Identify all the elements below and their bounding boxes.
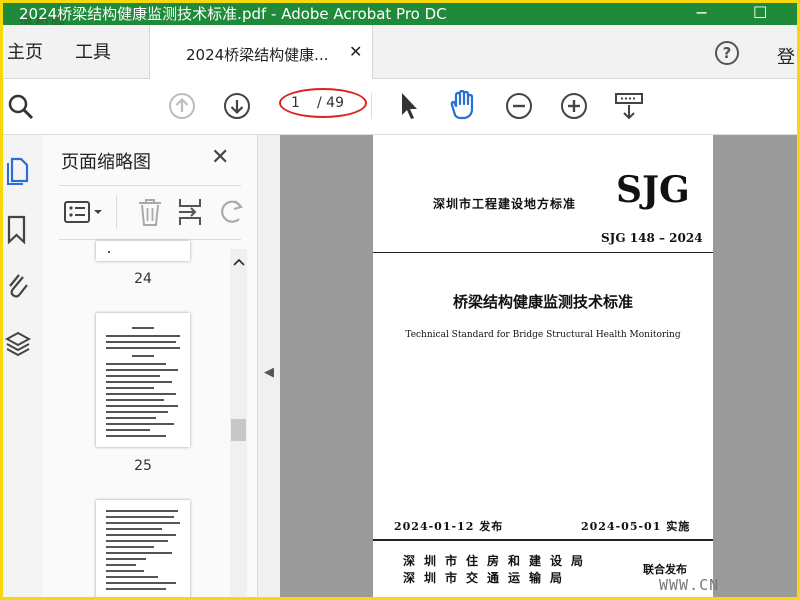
close-panel-button[interactable]: ✕	[211, 145, 229, 170]
thumbnail-text-line	[106, 429, 150, 431]
highlight-ellipse-annotation	[279, 88, 367, 118]
standard-number: SJG 148 – 2024	[601, 231, 703, 245]
thumbnail-text-line	[106, 347, 180, 349]
attachment-icon[interactable]	[6, 269, 30, 303]
thumbnail-text-line	[106, 570, 144, 572]
thumbnail-text-line	[106, 341, 176, 343]
thumbnail-text-line	[106, 534, 176, 536]
thumbnail-text-line	[106, 411, 168, 413]
thumbnail-text-line	[132, 355, 154, 357]
footer-rule	[373, 539, 713, 541]
tab-document[interactable]: 2024桥梁结构健康... ✕	[149, 25, 373, 79]
panel-toolbar-divider	[116, 195, 117, 229]
thumbnail-text-line	[106, 516, 174, 518]
window-title: 2024桥梁结构健康监测技术标准.pdf - Adobe Acrobat Pro…	[19, 5, 447, 23]
search-icon[interactable]	[7, 93, 35, 125]
page-thumbnails-panel: 页面缩略图 ✕ 24 25	[43, 135, 258, 597]
page-thumbnail[interactable]	[96, 313, 190, 447]
thumbnail-text-line	[106, 375, 160, 377]
thumbnail-text-line	[106, 552, 172, 554]
toolbar-divider	[371, 93, 372, 119]
hand-icon[interactable]	[447, 89, 481, 125]
thumbnail-text-line	[106, 546, 154, 548]
thumbnail-text-line	[106, 522, 180, 524]
page-thumbnail[interactable]	[96, 241, 190, 261]
header-rule	[373, 252, 713, 253]
layers-icon[interactable]	[4, 329, 32, 363]
panel-divider	[59, 239, 241, 240]
tab-tools[interactable]: 工具	[75, 38, 111, 64]
options-icon[interactable]	[63, 199, 107, 229]
thumbnail-text-line	[106, 393, 176, 395]
thumbnail-text-line	[106, 387, 154, 389]
acrobat-window: 道桥网 2024桥梁结构健康监测技术标准.pdf - Adobe Acrobat…	[0, 0, 800, 600]
tab-bar: 主页 工具	[3, 25, 797, 79]
thumbnail-page-label: 24	[134, 271, 152, 287]
scroll-up-arrow-icon[interactable]	[233, 252, 245, 271]
fit-page-icon[interactable]	[613, 91, 645, 125]
thumbnail-text-line	[106, 399, 164, 401]
thumbnail-text-line	[106, 335, 180, 337]
pointer-icon[interactable]	[397, 91, 421, 125]
pdf-page: 深圳市工程建设地方标准 SJG SJG 148 – 2024 桥梁结构健康监测技…	[373, 135, 713, 597]
series-code: SJG	[616, 169, 690, 211]
main-toolbar: 1 / 49	[3, 79, 797, 135]
sign-in-button[interactable]: 登	[777, 43, 795, 69]
title-bar: 道桥网 2024桥梁结构健康监测技术标准.pdf - Adobe Acrobat…	[3, 3, 797, 31]
document-tab-label: 2024桥梁结构健康...	[186, 46, 329, 64]
thumbnail-page-label: 25	[134, 458, 152, 474]
arrow-down-icon[interactable]	[223, 92, 251, 124]
panel-divider	[59, 185, 241, 186]
document-title-en: Technical Standard for Bridge Structural…	[405, 330, 681, 340]
thumbnail-text-line	[106, 576, 158, 578]
issuer-2: 深圳市交通运输局	[403, 571, 572, 585]
insert-page-icon[interactable]	[177, 197, 205, 231]
standard-type: 深圳市工程建设地方标准	[433, 197, 577, 211]
thumbnail-text-line	[106, 363, 166, 365]
maximize-button[interactable]: ☐	[753, 3, 767, 23]
minimize-button[interactable]: −	[695, 3, 708, 23]
panel-title: 页面缩略图	[61, 152, 151, 173]
page-thumbnail[interactable]	[96, 500, 190, 597]
navigation-rail	[3, 135, 43, 597]
thumbnail-text-line	[132, 327, 154, 329]
zoom-in-icon[interactable]	[560, 92, 588, 124]
thumbnail-text-line	[106, 582, 176, 584]
thumbnail-text-line	[106, 435, 166, 437]
thumbnail-text-line	[106, 588, 166, 590]
issuer-1: 深圳市住房和建设局	[403, 554, 593, 568]
panel-collapse-strip[interactable]: ◀	[258, 135, 280, 597]
thumbnail-text-line	[106, 510, 178, 512]
thumbnail-text-line	[106, 369, 178, 371]
thumbnail-text-line	[106, 564, 136, 566]
arrow-up-icon[interactable]	[168, 92, 196, 124]
thumbnail-text-line	[106, 540, 168, 542]
zoom-out-icon[interactable]	[505, 92, 533, 124]
pages-icon[interactable]	[6, 155, 30, 189]
scrollbar-thumb[interactable]	[231, 419, 246, 441]
thumbnail-text-line	[106, 528, 162, 530]
thumbnail-text-line	[106, 405, 178, 407]
close-tab-button[interactable]: ✕	[349, 42, 362, 61]
thumbnail-text-line	[106, 417, 156, 419]
trash-icon[interactable]	[137, 197, 163, 231]
site-watermark: WWW.CN	[659, 576, 720, 594]
document-title-zh: 桥梁结构健康监测技术标准	[452, 293, 633, 311]
bookmark-icon[interactable]	[6, 215, 28, 249]
joint-issue-label: 联合发布	[643, 563, 687, 576]
thumbnail-text-line	[106, 381, 172, 383]
thumbnail-text-line	[106, 558, 146, 560]
thumbnail-text-line	[108, 251, 110, 253]
tab-home[interactable]: 主页	[7, 38, 43, 64]
collapse-left-icon[interactable]: ◀	[264, 365, 274, 380]
rotate-icon[interactable]	[219, 197, 243, 231]
thumbnail-text-line	[106, 423, 174, 425]
publish-date: 2024-01-12 发布	[394, 520, 504, 533]
effective-date: 2024-05-01 实施	[581, 520, 691, 533]
help-button[interactable]: ?	[715, 41, 739, 65]
